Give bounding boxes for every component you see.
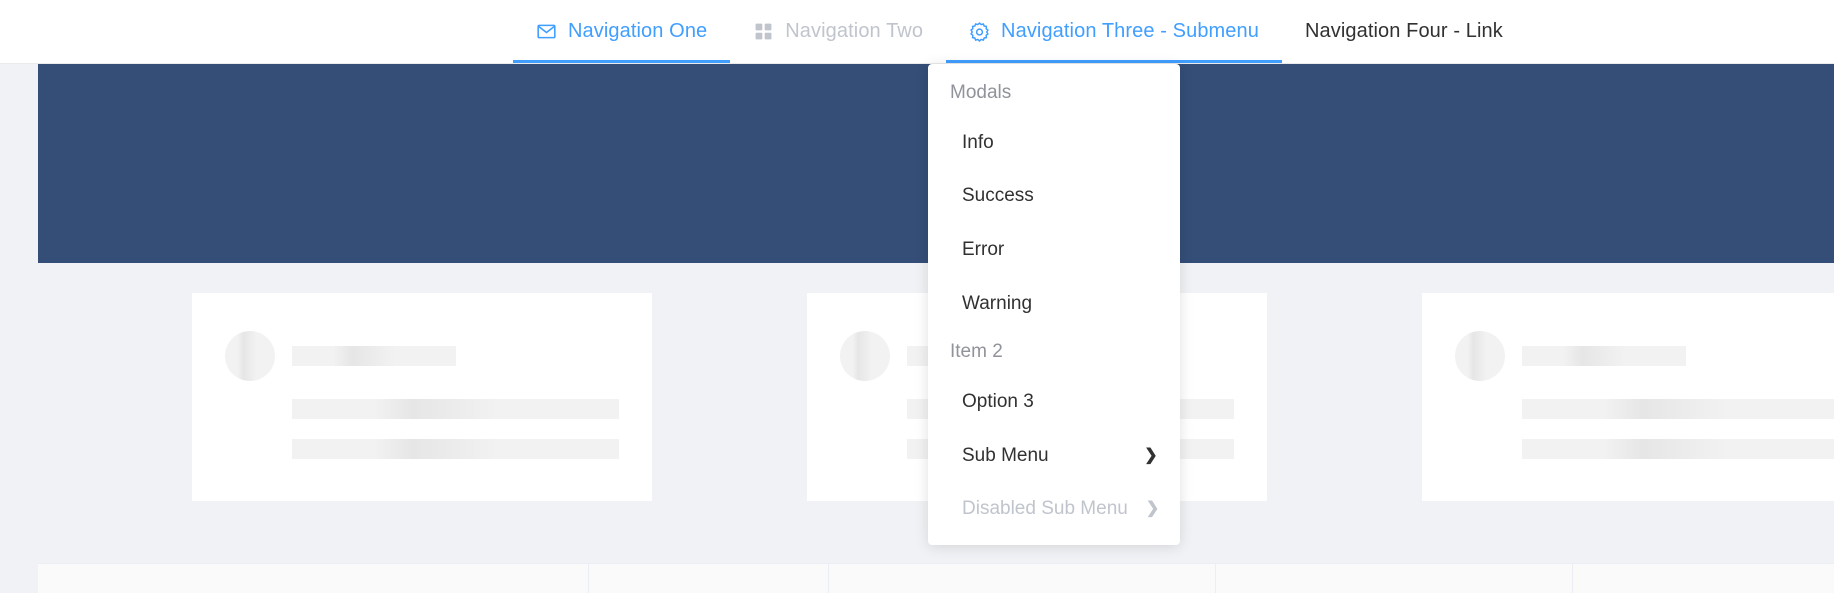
nav-item-label: Navigation Two: [785, 20, 924, 42]
dropdown-item-label: Info: [962, 131, 994, 153]
dropdown-item-label: Warning: [962, 292, 1033, 314]
table-header-strip: [38, 563, 1834, 593]
dropdown-item-info[interactable]: Info: [928, 116, 1180, 170]
nav-item-label: Navigation Three - Submenu: [1001, 20, 1259, 42]
dropdown-group-label-item-2: Item 2: [950, 341, 1003, 363]
skeleton-line-body-2: [292, 439, 619, 459]
dropdown-item-label: Sub Menu: [962, 444, 1049, 466]
table-column-5[interactable]: [1573, 564, 1834, 593]
nav-item-navigation-four[interactable]: Navigation Four - Link: [1282, 0, 1526, 63]
table-column-2[interactable]: [589, 564, 829, 593]
skeleton-avatar: [1455, 331, 1505, 381]
skeleton-line-title: [292, 346, 456, 366]
dropdown-item-disabled-sub-menu[interactable]: Disabled Sub Menu ❯: [928, 482, 1180, 536]
gear-icon: [969, 21, 990, 42]
grid-icon: [753, 21, 774, 42]
mail-icon: [536, 21, 557, 42]
chevron-right-icon: ❯: [1144, 446, 1158, 464]
dropdown-item-label: Disabled Sub Menu: [962, 498, 1128, 520]
table-column-4[interactable]: [1216, 564, 1573, 593]
dropdown-item-error[interactable]: Error: [928, 223, 1180, 277]
nav-item-navigation-three[interactable]: Navigation Three - Submenu: [946, 0, 1282, 63]
skeleton-line-body-1: [1522, 399, 1834, 419]
chevron-right-icon: ❯: [1145, 500, 1160, 518]
skeleton-card-1: [192, 293, 652, 501]
skeleton-card-3: [1422, 293, 1834, 501]
dropdown-item-label: Error: [962, 238, 1005, 260]
dropdown-item-label: Option 3: [962, 390, 1034, 412]
app-root: Navigation One Navigation Two Navigation…: [0, 0, 1834, 593]
top-navigation-bar: Navigation One Navigation Two Navigation…: [0, 0, 1834, 64]
navigation-three-dropdown-menu: Modals Info Success Error Warning Item 2…: [928, 64, 1180, 545]
dropdown-item-sub-menu[interactable]: Sub Menu ❯: [928, 429, 1180, 483]
skeleton-avatar: [225, 331, 275, 381]
table-column-3[interactable]: [829, 564, 1216, 593]
dropdown-item-option-3[interactable]: Option 3: [928, 375, 1180, 429]
skeleton-avatar: [840, 331, 890, 381]
dropdown-item-warning[interactable]: Warning: [928, 277, 1180, 331]
dropdown-group-label-modals: Modals: [950, 82, 1012, 103]
nav-item-navigation-one[interactable]: Navigation One: [513, 0, 731, 63]
dropdown-item-label: Success: [962, 185, 1034, 207]
dropdown-item-success[interactable]: Success: [928, 169, 1180, 223]
skeleton-cards-row: [0, 293, 1834, 501]
skeleton-line-body-2: [1522, 439, 1834, 459]
skeleton-line-title: [1522, 346, 1686, 366]
nav-item-label: Navigation One: [568, 20, 708, 42]
nav-item-label: Navigation Four - Link: [1304, 20, 1503, 42]
nav-item-navigation-two[interactable]: Navigation Two: [730, 0, 946, 63]
table-column-1[interactable]: [38, 564, 589, 593]
skeleton-line-body-1: [292, 399, 619, 419]
